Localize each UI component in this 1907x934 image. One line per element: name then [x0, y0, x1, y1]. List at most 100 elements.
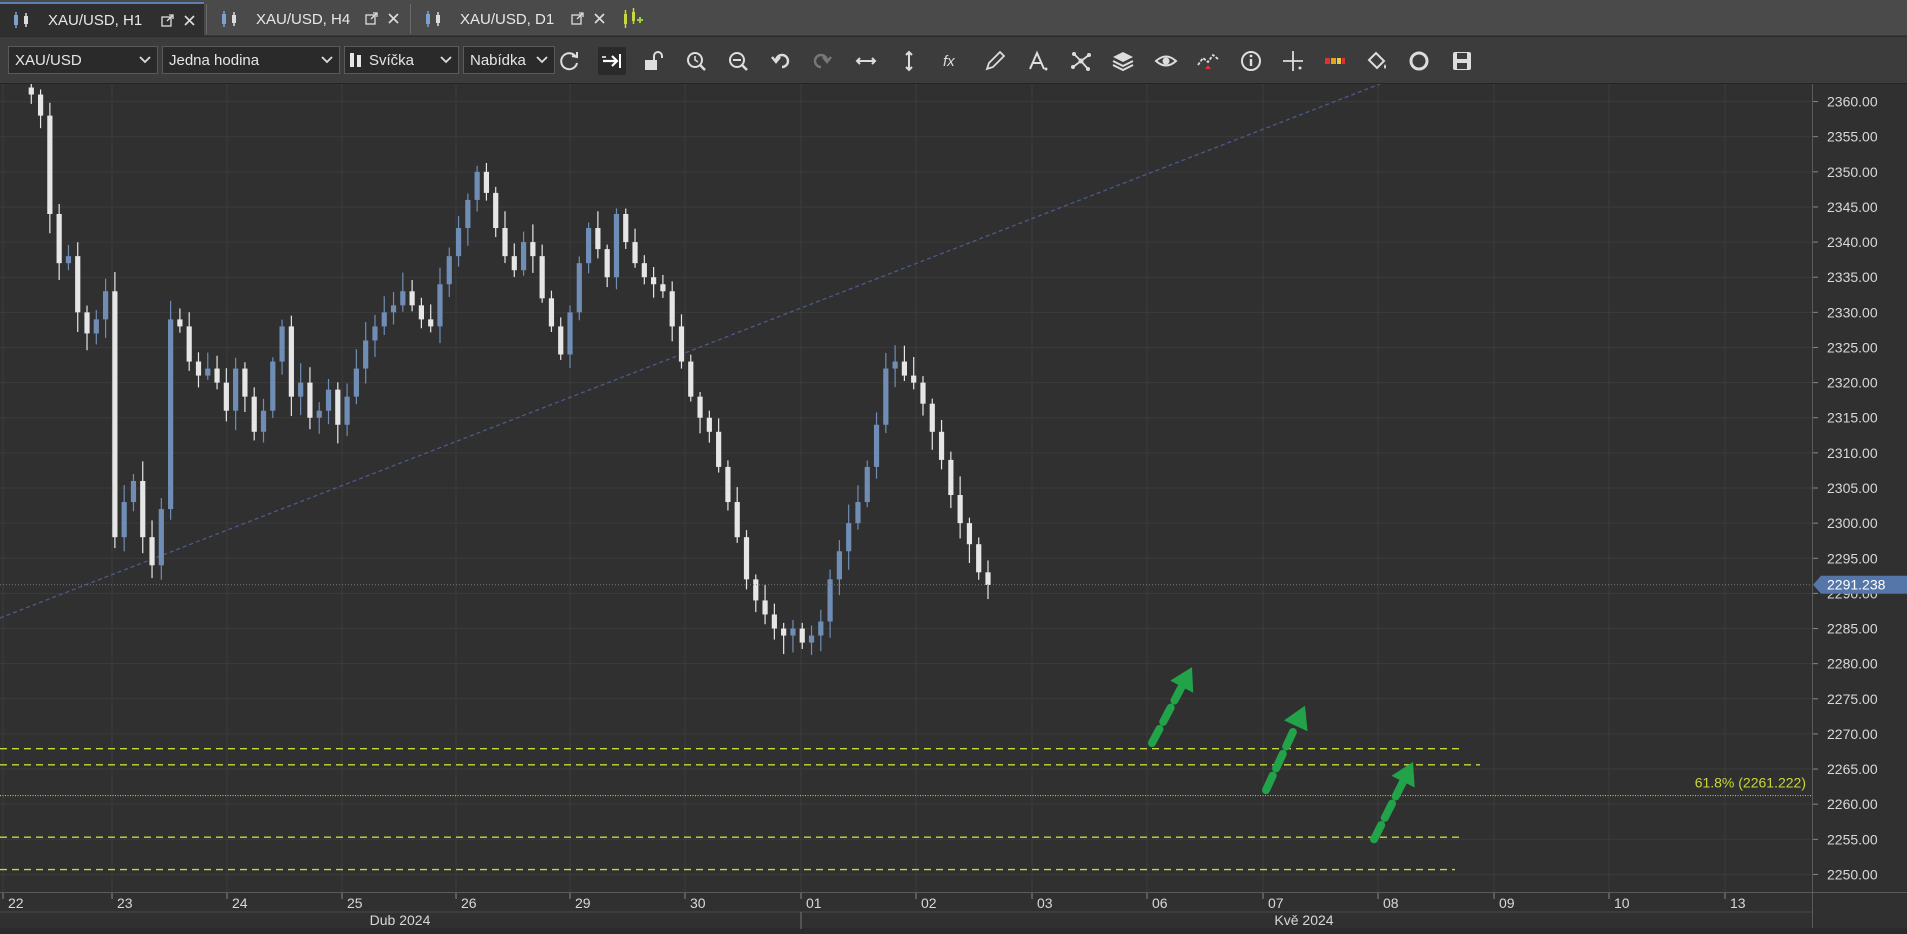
x-day-label: 08	[1383, 895, 1399, 911]
candle	[651, 267, 657, 298]
candle	[223, 368, 229, 422]
candle-body	[966, 523, 973, 545]
candle-body	[112, 291, 118, 538]
lock-icon	[645, 51, 663, 70]
candle-body	[725, 466, 731, 503]
candle	[957, 476, 963, 539]
candle-body	[901, 361, 908, 376]
candle	[567, 305, 573, 368]
candle-body	[214, 368, 220, 383]
candle-body	[697, 396, 703, 418]
trend-line[interactable]	[0, 84, 1381, 619]
bullish-arrow[interactable]	[1262, 705, 1308, 795]
tab-xauusd-d1[interactable]: XAU/USD, D1	[412, 2, 614, 36]
eye-button[interactable]	[1152, 47, 1180, 75]
candle-body	[251, 396, 257, 432]
x-day-label: 26	[461, 895, 477, 911]
fx-indicators-button[interactable]: fx	[938, 47, 966, 75]
save-button[interactable]	[1448, 47, 1476, 75]
candle	[112, 272, 118, 549]
refresh-button[interactable]	[555, 47, 583, 75]
candle-body	[660, 284, 666, 292]
price-side-value: Nabídka	[470, 51, 526, 69]
x-day-label: 09	[1499, 895, 1515, 911]
bullish-arrow[interactable]	[1370, 762, 1415, 844]
tab-xauusd-h1[interactable]: XAU/USD, H1	[0, 2, 204, 36]
candle-body	[892, 361, 898, 369]
patterns-button[interactable]	[1067, 47, 1095, 75]
chart-type-select[interactable]: Svíčka	[344, 46, 459, 74]
candle	[678, 314, 685, 369]
paint-bucket-button[interactable]	[1363, 47, 1391, 75]
price-axis[interactable]: 2250.00 2255.00 2260.00 2265.00 2270.00 2275.…	[1812, 84, 1907, 892]
candle-body	[641, 263, 647, 278]
candle-body	[911, 375, 917, 383]
tab-xauusd-h4[interactable]: XAU/USD, H4	[208, 2, 408, 36]
crosshair-button[interactable]	[1279, 47, 1307, 75]
layers-icon	[1112, 52, 1134, 72]
candle-body	[595, 228, 601, 250]
info-button[interactable]	[1237, 47, 1265, 75]
shift-chart-button[interactable]	[598, 47, 626, 75]
x-day-label: 02	[921, 895, 937, 911]
candle-body	[483, 171, 490, 193]
horizontal-resize-button[interactable]	[852, 47, 880, 75]
y-tick-label: 2295.00	[1827, 550, 1878, 566]
y-tick-label: 2305.00	[1827, 480, 1878, 496]
layers-button[interactable]	[1109, 47, 1137, 75]
close-icon[interactable]	[593, 12, 606, 25]
candle	[781, 622, 787, 655]
x-day-label: 10	[1614, 895, 1630, 911]
x-month-label: Dub 2024	[370, 912, 431, 928]
heatmap-icon	[1325, 58, 1345, 64]
candle	[493, 186, 499, 238]
candle-body	[177, 319, 183, 327]
period-select[interactable]: Jedna hodina	[162, 46, 340, 74]
pencil-button[interactable]	[981, 47, 1009, 75]
zoom-clock-icon	[687, 52, 706, 71]
candle	[799, 622, 805, 649]
current-price-label: 2291.238	[1827, 577, 1886, 593]
candlestick-chart[interactable]: 61.8% (2261.222)	[0, 84, 1812, 892]
undo-button[interactable]	[766, 47, 794, 75]
candle-body	[130, 480, 137, 503]
add-chart-icon[interactable]	[620, 6, 644, 30]
paint-bucket-icon	[1367, 51, 1386, 70]
close-icon[interactable]	[183, 14, 196, 27]
candle	[65, 244, 72, 271]
chart-plot-area[interactable]: 61.8% (2261.222)	[0, 84, 1812, 892]
candle-body	[771, 614, 777, 629]
vertical-resize-button[interactable]	[895, 47, 923, 75]
candle	[585, 222, 592, 274]
lock-button[interactable]	[639, 47, 667, 75]
candle	[697, 391, 703, 434]
price-side-select[interactable]: Nabídka	[463, 46, 555, 74]
candle-body	[37, 94, 44, 116]
bullish-arrow[interactable]	[1148, 667, 1194, 748]
zoom-clock-button[interactable]	[682, 47, 710, 75]
popout-icon[interactable]	[365, 12, 378, 25]
text-tool-icon	[1029, 50, 1048, 71]
redo-button[interactable]	[809, 47, 837, 75]
candle-body	[75, 256, 81, 313]
popout-icon[interactable]	[571, 12, 584, 25]
time-axis[interactable]: 22 23 24 25 26 29 30 01 02 03 06 07 08 09 10 13 Dub 2024…	[0, 892, 1812, 929]
candle	[260, 398, 267, 443]
candle-body	[446, 256, 452, 285]
candle-body	[781, 628, 787, 636]
circle-refresh-button[interactable]	[1405, 47, 1433, 75]
candle	[168, 300, 174, 520]
popout-icon[interactable]	[161, 14, 174, 27]
candle-body	[298, 382, 304, 397]
text-tool-button[interactable]	[1024, 47, 1052, 75]
signals-button[interactable]	[1194, 47, 1222, 75]
y-tick-label: 2255.00	[1827, 831, 1878, 847]
x-month-label: Kvě 2024	[1274, 912, 1333, 928]
y-tick-label: 2285.00	[1827, 621, 1878, 637]
heatmap-button[interactable]	[1321, 47, 1349, 75]
close-icon[interactable]	[387, 12, 400, 25]
candle-body	[688, 361, 694, 397]
instrument-select[interactable]: XAU/USD	[8, 46, 158, 74]
candle	[251, 387, 257, 441]
zoom-out-button[interactable]	[724, 47, 752, 75]
